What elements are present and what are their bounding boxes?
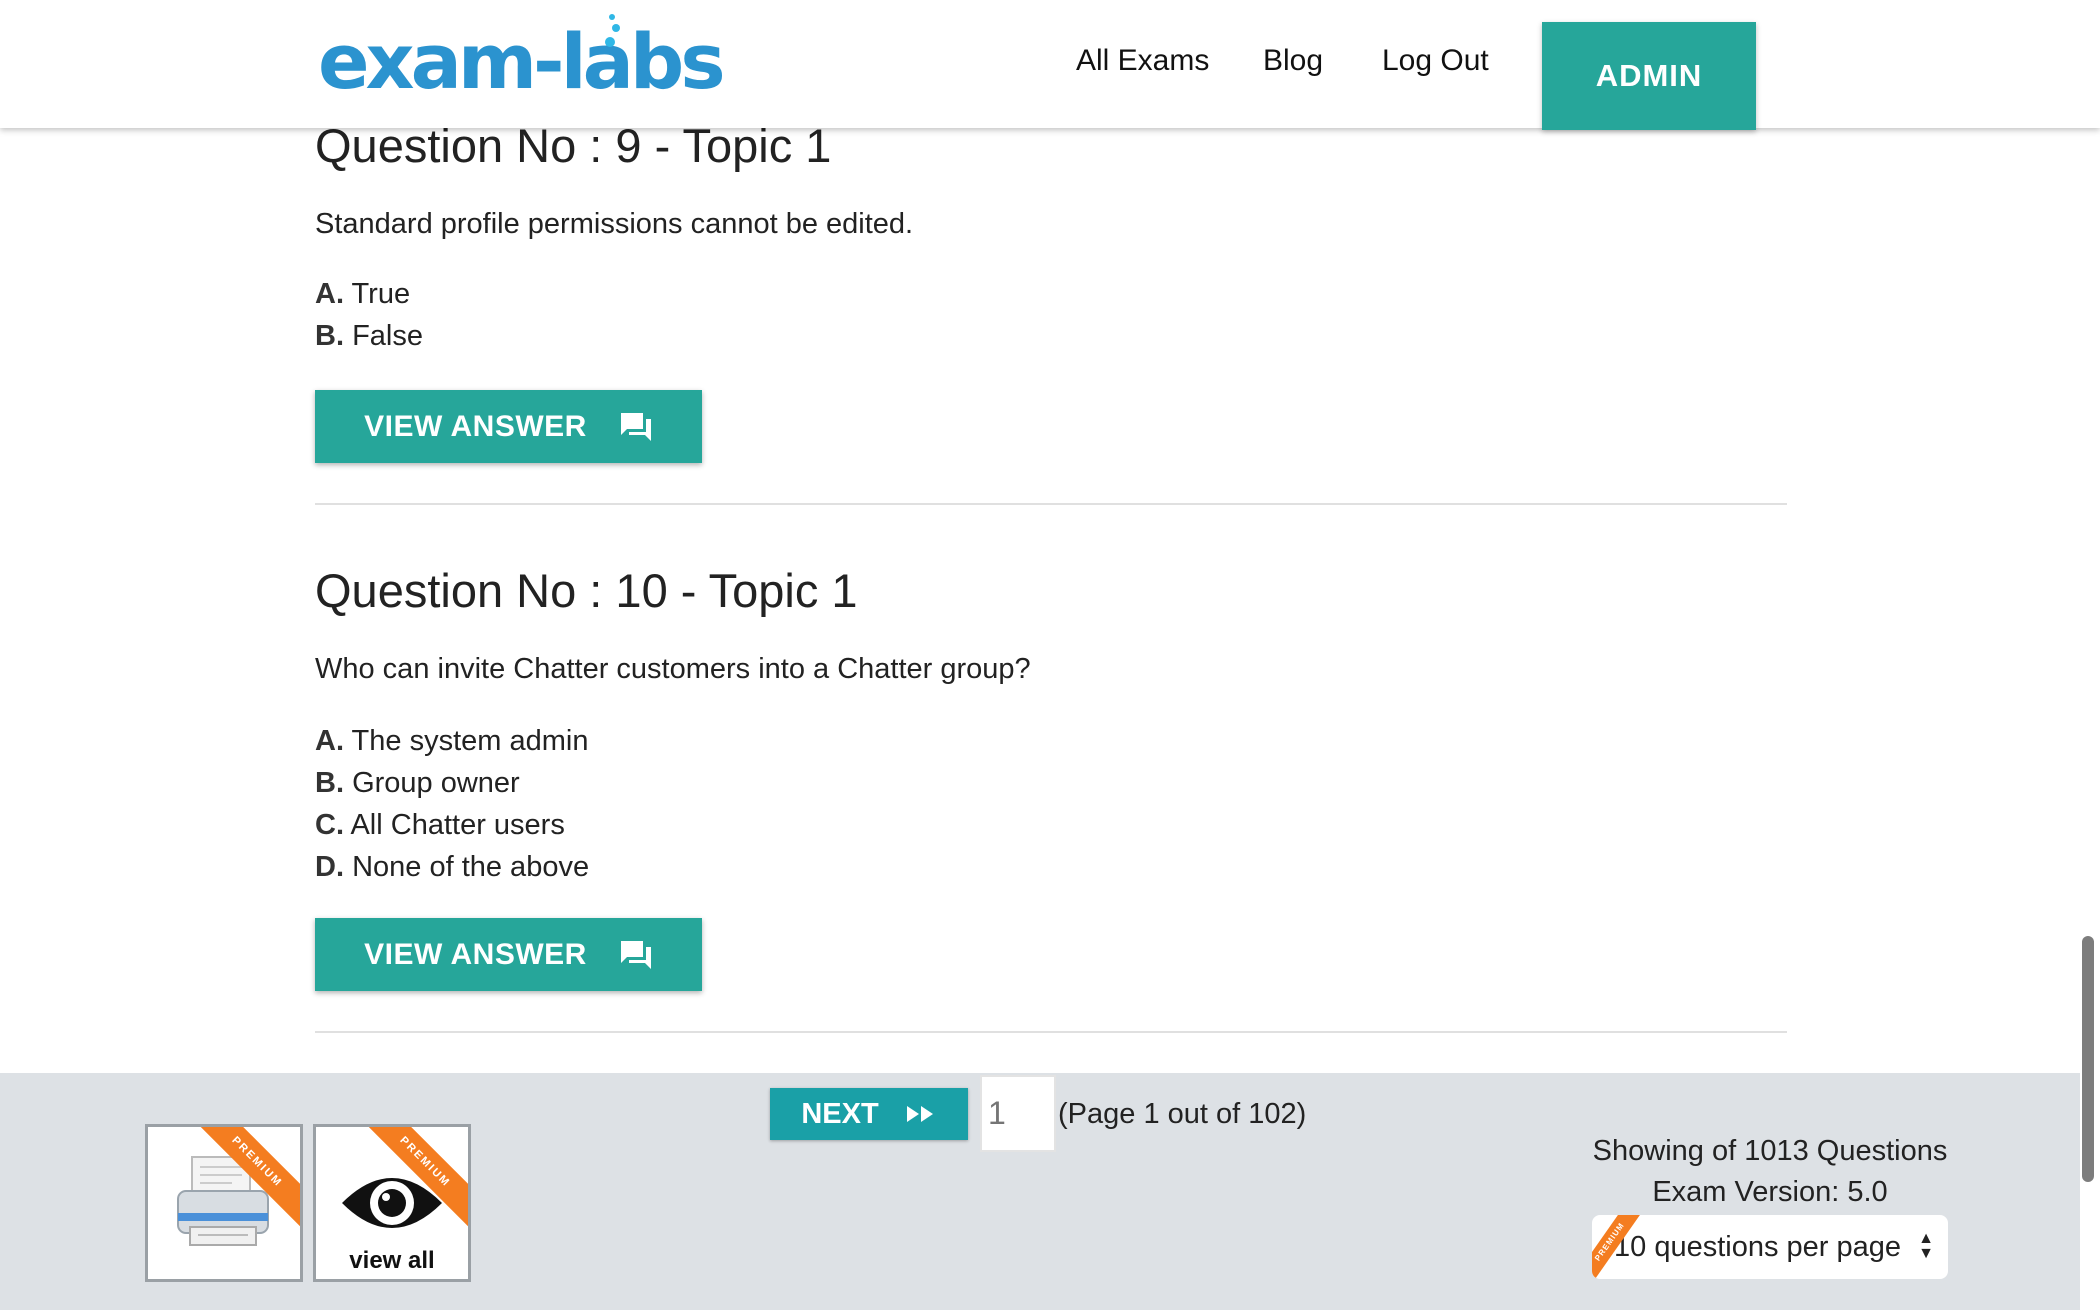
option-text: False [352,320,423,352]
chat-icon [620,940,651,969]
view-answer-label: VIEW ANSWER [364,409,587,443]
fast-forward-icon [906,1106,933,1122]
answer-option: D. None of the above [315,851,589,884]
option-text: The system admin [351,725,589,757]
nav-blog[interactable]: Blog [1263,44,1323,78]
view-answer-button[interactable]: VIEW ANSWER [315,918,702,991]
option-letter: A. [315,278,344,310]
view-answer-label: VIEW ANSWER [364,937,587,971]
option-text: True [351,278,411,310]
question-text: Who can invite Chatter customers into a … [315,653,1031,685]
view-all-label: view all [349,1247,435,1274]
per-page-value: 10 questions per page [1614,1230,1901,1263]
select-arrows-icon: ▲ ▼ [1918,1230,1934,1262]
answer-option: C. All Chatter users [315,809,565,842]
answer-option: B. False [315,320,423,353]
view-all-premium-button[interactable]: view all PREMIUM [313,1124,471,1282]
admin-button[interactable]: ADMIN [1542,22,1756,130]
questions-count: Showing of 1013 Questions [1592,1135,1948,1167]
option-letter: C. [315,809,344,841]
site-logo[interactable]: exam-labs [318,12,726,112]
option-letter: D. [315,851,344,883]
question-text: Standard profile permissions cannot be e… [315,208,914,240]
chat-icon [620,412,651,441]
exam-version: Exam Version: 5.0 [1652,1176,1888,1208]
print-premium-button[interactable]: PREMIUM [145,1124,303,1282]
question-title: Question No : 10 - Topic 1 [315,564,858,617]
option-letter: B. [315,767,344,799]
next-page-button[interactable]: NEXT [770,1088,968,1140]
next-label: NEXT [801,1097,879,1130]
answer-option: A. True [315,278,410,311]
logo-bubbles-icon [605,14,620,47]
option-letter: B. [315,320,344,352]
option-text: Group owner [352,767,520,799]
page-number-input[interactable] [980,1075,1056,1152]
answer-option: A. The system admin [315,725,588,758]
page-scrollbar[interactable] [2082,936,2094,1182]
option-text: All Chatter users [350,809,565,841]
logo-text: exam-labs [318,17,726,106]
question-card: Question No : 10 - Topic 1 Who can invit… [315,563,1787,991]
site-header: exam-labs All Exams Blog Log Out ADMIN [0,0,2100,130]
answer-option: B. Group owner [315,767,520,800]
view-answer-button[interactable]: VIEW ANSWER [315,390,702,463]
nav-all-exams[interactable]: All Exams [1076,44,1209,78]
questions-per-page-select[interactable]: PREMIUM 10 questions per page ▲ ▼ [1592,1215,1948,1279]
question-divider [315,1031,1787,1033]
question-divider [315,503,1787,505]
option-letter: A. [315,725,344,757]
option-text: None of the above [352,851,590,883]
page-info: (Page 1 out of 102) [1058,1098,1307,1130]
nav-log-out[interactable]: Log Out [1382,44,1489,78]
